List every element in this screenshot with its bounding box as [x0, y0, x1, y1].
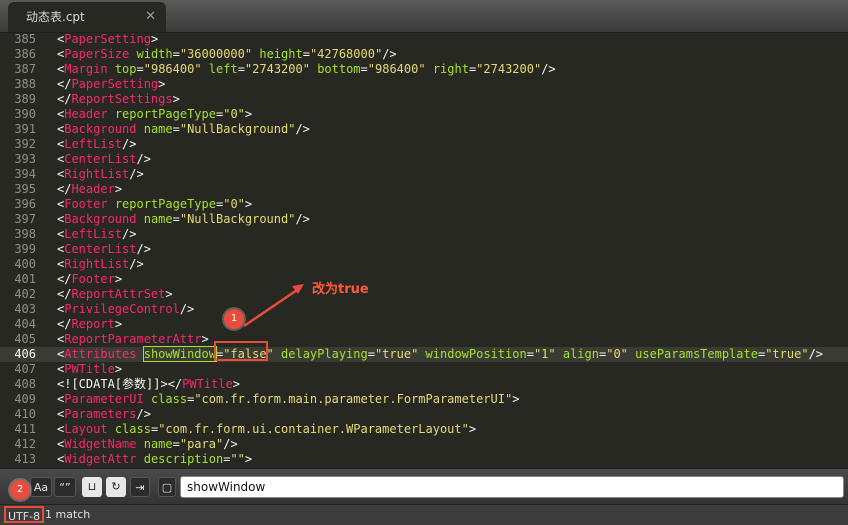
whole-word-toggle[interactable]: “” [54, 477, 76, 497]
code-editor[interactable]: 385 <PaperSetting> 386 <PaperSize width="36… [0, 32, 848, 468]
annotation-arrow [243, 284, 304, 328]
find-input[interactable]: showWindow [180, 476, 844, 498]
match-count: 1 match [45, 508, 91, 521]
file-tab[interactable]: 动态表.cpt ✕ [8, 2, 166, 32]
highlight-matches-icon[interactable]: ⇥ [130, 477, 150, 497]
close-icon[interactable]: ✕ [145, 2, 156, 32]
wrap-icon[interactable]: ⊔ [82, 477, 102, 497]
encoding-indicator[interactable]: UTF-8 [4, 506, 45, 523]
show-context-icon[interactable]: ▢ [158, 477, 176, 497]
in-selection-icon[interactable]: ↻ [106, 477, 126, 497]
status-bar: UTF-8 1 match [0, 504, 848, 525]
tab-bar: 动态表.cpt ✕ [0, 0, 848, 33]
file-tab-title: 动态表.cpt [26, 10, 85, 24]
find-bar: .* Aa “” ⊔ ↻ ⇥ ▢ showWindow [0, 468, 848, 505]
annotation-badge-2: 2 [10, 480, 30, 500]
case-sensitive-toggle[interactable]: Aa [30, 477, 52, 497]
